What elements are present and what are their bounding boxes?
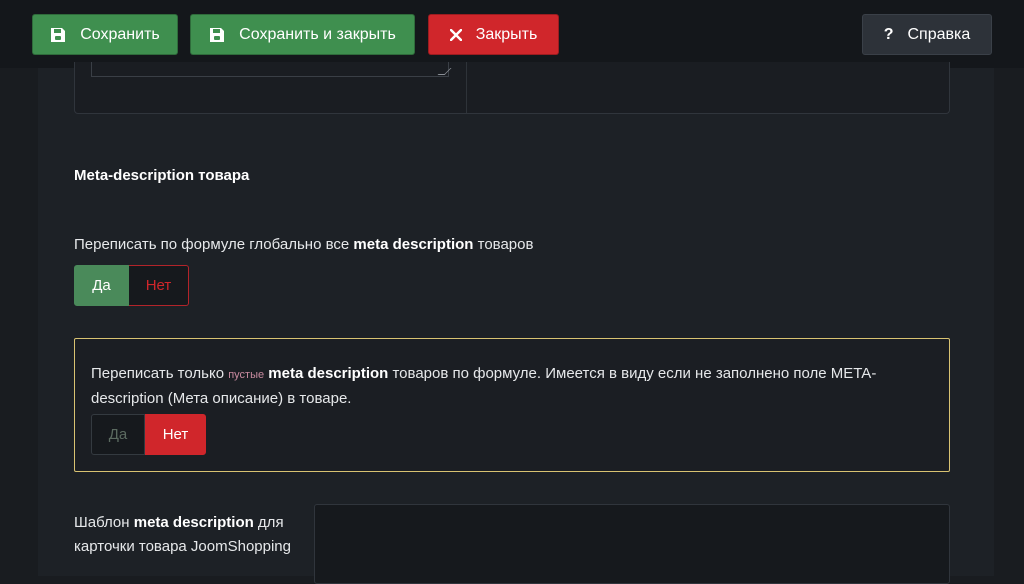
template-textarea[interactable] [314, 504, 950, 584]
tmpl-bold: meta description [133, 514, 254, 531]
template-label: Шаблон meta description для карточки тов… [74, 511, 304, 559]
floppy-disk-icon [50, 27, 66, 43]
global-rewrite-label: Переписать по формуле глобально все meta… [74, 236, 533, 253]
tmpl-text: Шаблон [74, 514, 134, 531]
desc-small: пустые [228, 369, 265, 381]
global-rewrite-yes[interactable]: Да [74, 265, 129, 306]
question-mark-icon: ? [883, 25, 894, 43]
desc-text: Переписать только [91, 365, 229, 382]
label-bold: meta description [353, 236, 474, 253]
empty-only-toggle: Да Нет [91, 414, 206, 455]
card-column-divider [466, 62, 467, 113]
save-and-close-label: Сохранить и закрыть [239, 25, 396, 43]
global-rewrite-no[interactable]: Нет [129, 265, 189, 306]
empty-only-no[interactable]: Нет [145, 414, 206, 455]
close-label: Закрыть [475, 25, 538, 43]
previous-textarea[interactable] [91, 62, 449, 77]
save-and-close-button[interactable]: Сохранить и закрыть [190, 14, 415, 55]
help-button[interactable]: ? Справка [862, 14, 992, 55]
label-text: товаров [473, 236, 534, 253]
section-title: Meta-description товара [74, 167, 250, 184]
close-button[interactable]: Закрыть [428, 14, 559, 55]
label-text: Переписать по формуле глобально все [74, 236, 354, 253]
global-rewrite-toggle: Да Нет [74, 265, 189, 306]
content-panel [38, 68, 994, 576]
toolbar: Сохранить Сохранить и закрыть Закрыть ? … [0, 0, 1024, 68]
desc-bold: meta description [268, 365, 389, 382]
save-button[interactable]: Сохранить [32, 14, 178, 55]
x-icon [449, 28, 462, 41]
floppy-disk-icon [209, 27, 225, 43]
save-label: Сохранить [80, 25, 160, 43]
help-label: Справка [907, 25, 971, 43]
empty-only-description: Переписать только пустые meta descriptio… [91, 362, 921, 411]
empty-only-yes[interactable]: Да [91, 414, 145, 455]
